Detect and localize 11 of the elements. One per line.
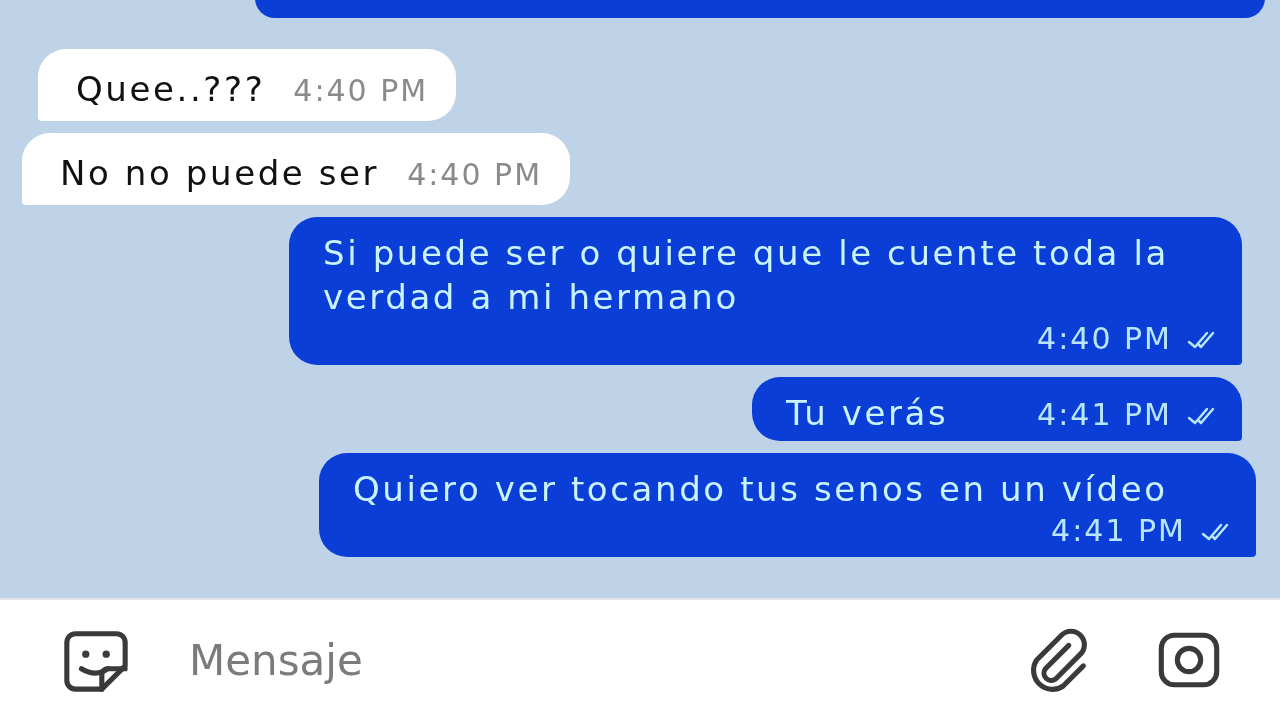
message-time: 4:40 PM [407, 156, 543, 194]
message-time: 4:41 PM [1037, 396, 1172, 434]
message-field[interactable]: Mensaje [187, 634, 972, 686]
message-time: 4:40 PM [1037, 320, 1172, 358]
message-time: 4:41 PM [1051, 512, 1186, 550]
message-text: No no puede ser [60, 152, 380, 195]
message-text: Tu verás [786, 392, 949, 435]
message-text: Quee..??? [76, 68, 266, 111]
message-text: Quiero ver tocando tus senos en un vídeo [353, 468, 1168, 511]
message-time: 4:40 PM [293, 72, 429, 110]
message-text: Si puede ser o quiere que le cuente toda la verdad a mi hermano [323, 232, 1170, 319]
